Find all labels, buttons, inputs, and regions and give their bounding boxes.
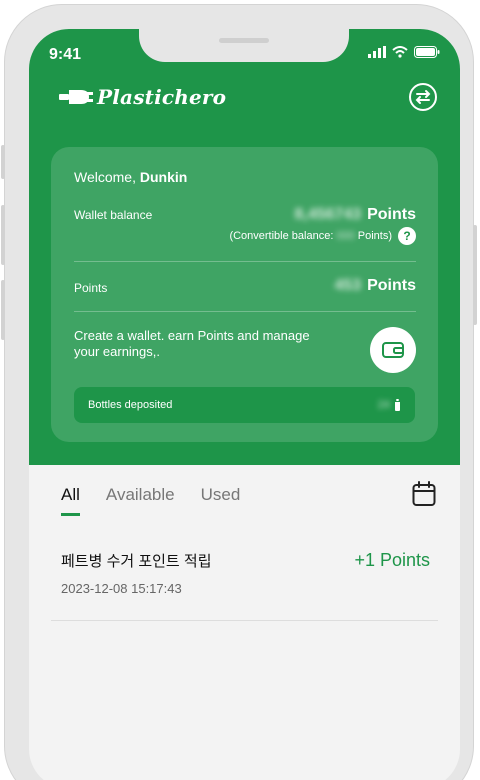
tab-all[interactable]: All [61, 485, 80, 516]
volume-down-button [1, 280, 5, 340]
help-icon[interactable]: ? [398, 227, 416, 245]
wallet-balance: 8,456743 Points [294, 206, 416, 224]
entry-title: 페트병 수거 포인트 적립 [61, 553, 212, 570]
calendar-icon [412, 481, 436, 506]
wallet-balance-label: Wallet balance [74, 208, 153, 222]
wallet-card: Welcome, Dunkin Wallet balance 8,456743 … [51, 147, 438, 442]
entry-date: 2023-12-08 15:17:43 [61, 581, 182, 596]
create-wallet-button[interactable] [370, 327, 416, 373]
user-name: Dunkin [139, 169, 188, 185]
wallet-icon [382, 342, 404, 358]
points-label: Points [74, 281, 108, 295]
exchange-icon [409, 83, 437, 111]
convertible-value: 000 [336, 230, 355, 242]
welcome-message: Welcome, Dunkin [74, 169, 187, 185]
create-wallet-text: Create a wallet. earn Points and manage … [74, 328, 310, 359]
bottles-value: 24 [377, 399, 390, 411]
tab-used[interactable]: Used [201, 485, 241, 516]
entry-points: +1 Points [354, 550, 430, 570]
convertible-balance: (Convertible balance: 000 Points) ? [229, 227, 416, 245]
volume-up-button [1, 205, 5, 265]
wallet-balance-value: 8,456743 [294, 206, 362, 223]
card-divider [74, 261, 416, 262]
app-screen: 9:41 Plastichero Welcome, Dunkin Wallet … [29, 29, 460, 780]
bottles-deposited: Bottles deposited 24 [74, 387, 415, 423]
status-time: 9:41 [49, 46, 82, 63]
points-balance: 453 Points [334, 277, 416, 295]
calendar-button[interactable] [412, 481, 436, 507]
exchange-button[interactable] [408, 82, 438, 112]
mute-switch [1, 145, 5, 179]
bottle-icon [395, 399, 400, 411]
tab-available[interactable]: Available [106, 485, 175, 516]
signal-icon [368, 46, 386, 58]
bottles-label: Bottles deposited [88, 399, 173, 411]
notch [139, 29, 349, 62]
brand-logo: Plastichero [59, 85, 226, 109]
battery-icon [414, 46, 440, 58]
bottles-count: 24 [378, 399, 401, 411]
status-icons [368, 46, 440, 58]
wallet-balance-unit: Points [367, 206, 416, 223]
card-divider [74, 311, 416, 312]
power-button [473, 225, 477, 325]
list-divider [51, 620, 438, 621]
convertible-prefix: (Convertible balance: [229, 230, 334, 242]
convertible-suffix: Points) [357, 230, 392, 242]
wifi-icon [392, 46, 408, 58]
points-value: 453 [334, 277, 362, 294]
brand-name: Plastichero [97, 85, 227, 109]
points-unit: Points [367, 277, 416, 294]
plug-icon [59, 90, 93, 104]
welcome-prefix: Welcome, [74, 169, 136, 185]
history-tabs: All Available Used [61, 485, 240, 516]
phone-frame: 9:41 Plastichero Welcome, Dunkin Wallet … [1, 4, 477, 780]
